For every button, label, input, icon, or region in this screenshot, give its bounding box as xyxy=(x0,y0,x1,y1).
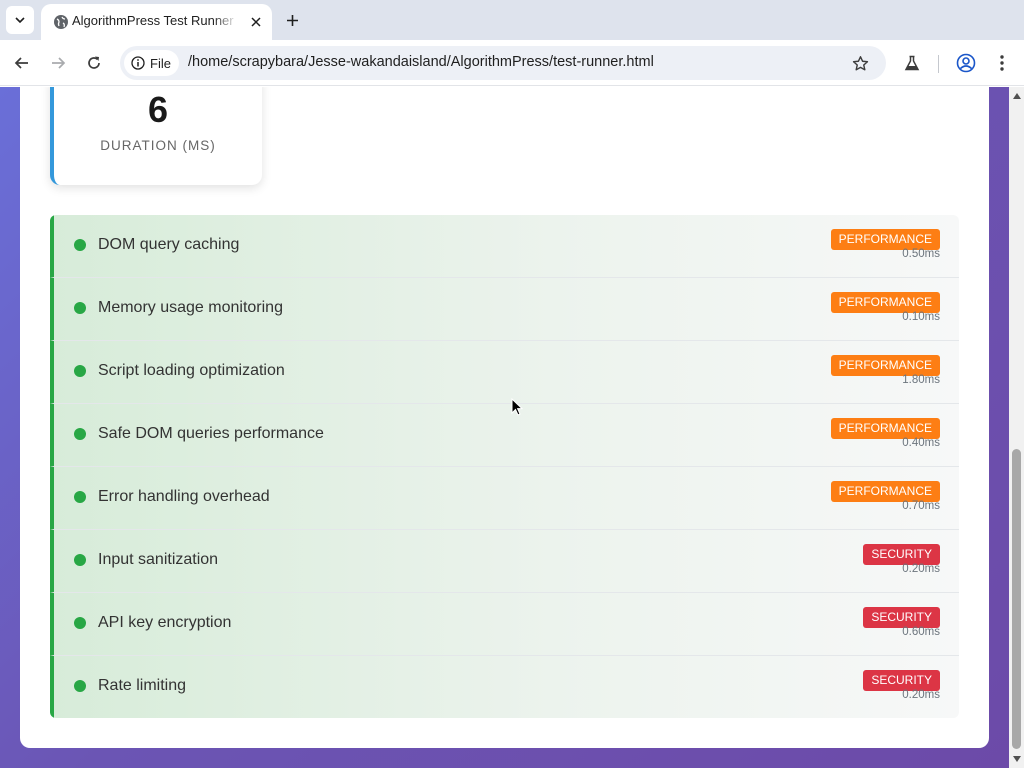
browser-tab[interactable]: AlgorithmPress Test Runner xyxy=(41,4,272,40)
test-name: Memory usage monitoring xyxy=(98,299,283,316)
pass-status-dot xyxy=(74,617,86,629)
category-badge: Performance xyxy=(830,418,940,439)
pass-status-dot xyxy=(74,491,86,503)
test-result-row: API key encryption Security 0.60ms xyxy=(50,593,959,656)
site-info-chip[interactable]: File xyxy=(124,50,179,76)
forward-button[interactable] xyxy=(44,49,72,77)
chevron-down-icon xyxy=(15,17,25,24)
test-result-row: Memory usage monitoring Performance 0.10… xyxy=(50,278,959,341)
reload-button[interactable] xyxy=(80,49,108,77)
labs-flask-icon xyxy=(904,55,920,71)
test-result-row: DOM query caching Performance 0.50ms xyxy=(50,215,959,278)
category-badge: Security xyxy=(863,607,940,628)
pass-status-dot xyxy=(74,680,86,692)
tab-close-button[interactable] xyxy=(246,12,266,32)
test-name: Safe DOM queries performance xyxy=(98,425,324,442)
pass-status-dot xyxy=(74,302,86,314)
close-icon xyxy=(251,17,261,27)
reload-icon xyxy=(88,56,100,69)
star-icon xyxy=(852,55,868,71)
test-name: Rate limiting xyxy=(98,677,187,694)
page-viewport: 6 Duration (ms) DOM query caching Perfor… xyxy=(0,87,1024,768)
test-duration: 1.80ms xyxy=(902,374,940,386)
test-result-row: Safe DOM queries performance Performance… xyxy=(50,404,959,467)
test-duration: 0.40ms xyxy=(902,437,940,449)
address-bar[interactable]: File /home/scrapybara/Jesse-wakandaislan… xyxy=(120,46,886,80)
test-name: DOM query caching xyxy=(98,236,240,253)
test-result-row: Script loading optimization Performance … xyxy=(50,341,959,404)
info-icon xyxy=(131,56,145,70)
test-result-row: Error handling overhead Performance 0.70… xyxy=(50,467,959,530)
test-runner-container: 6 Duration (ms) DOM query caching Perfor… xyxy=(20,87,989,748)
category-badge: Performance xyxy=(830,355,940,376)
test-name: Error handling overhead xyxy=(98,488,270,505)
test-results-list: DOM query caching Performance 0.50ms Mem… xyxy=(50,215,959,718)
mouse-cursor-icon xyxy=(511,398,523,416)
test-name: Script loading optimization xyxy=(98,362,285,379)
back-arrow-icon xyxy=(14,57,28,69)
labs-button[interactable] xyxy=(898,49,926,77)
duration-value: 6 xyxy=(147,89,169,130)
globe-icon xyxy=(54,15,68,29)
bookmark-button[interactable] xyxy=(850,53,870,73)
pass-status-dot xyxy=(74,428,86,440)
category-badge: Security xyxy=(863,544,940,565)
test-duration: 0.20ms xyxy=(902,689,940,701)
test-duration: 0.20ms xyxy=(902,563,940,575)
browser-menu-button[interactable] xyxy=(988,49,1016,77)
triangle-down-icon xyxy=(1012,756,1021,762)
duration-stat-card: 6 Duration (ms) xyxy=(50,87,262,185)
tab-title: AlgorithmPress Test Runner xyxy=(72,13,234,28)
back-button[interactable] xyxy=(8,49,36,77)
triangle-up-icon xyxy=(1012,93,1021,99)
test-result-row: Rate limiting Security 0.20ms xyxy=(50,656,959,718)
profile-icon xyxy=(956,53,976,73)
url-text[interactable]: /home/scrapybara/Jesse-wakandaisland/Alg… xyxy=(188,54,654,70)
scroll-up-button[interactable] xyxy=(1009,89,1024,103)
category-badge: Performance xyxy=(830,292,940,313)
category-badge: Performance xyxy=(830,229,940,250)
file-label: File xyxy=(150,55,171,71)
test-duration: 0.70ms xyxy=(902,500,940,512)
duration-label: Duration (ms) xyxy=(100,138,216,153)
browser-tab-strip: AlgorithmPress Test Runner xyxy=(0,0,1024,40)
scrollbar-thumb[interactable] xyxy=(1012,449,1021,749)
test-duration: 0.50ms xyxy=(902,248,940,260)
browser-toolbar: File /home/scrapybara/Jesse-wakandaislan… xyxy=(0,40,1024,86)
forward-arrow-icon xyxy=(52,57,66,69)
pass-status-dot xyxy=(74,554,86,566)
test-name: Input sanitization xyxy=(98,551,219,568)
tab-search-button[interactable] xyxy=(6,6,34,34)
category-badge: Performance xyxy=(830,481,940,502)
page-scrollbar[interactable] xyxy=(1009,87,1024,768)
toolbar-separator xyxy=(938,55,939,73)
profile-button[interactable] xyxy=(952,49,980,77)
plus-icon xyxy=(286,14,298,26)
pass-status-dot xyxy=(74,365,86,377)
test-name: API key encryption xyxy=(98,614,232,631)
category-badge: Security xyxy=(863,670,940,691)
test-result-row: Input sanitization Security 0.20ms xyxy=(50,530,959,593)
scroll-down-button[interactable] xyxy=(1009,752,1024,766)
test-duration: 0.10ms xyxy=(902,311,940,323)
new-tab-button[interactable] xyxy=(280,8,304,32)
test-duration: 0.60ms xyxy=(902,626,940,638)
pass-status-dot xyxy=(74,239,86,251)
kebab-menu-icon xyxy=(1000,55,1004,71)
